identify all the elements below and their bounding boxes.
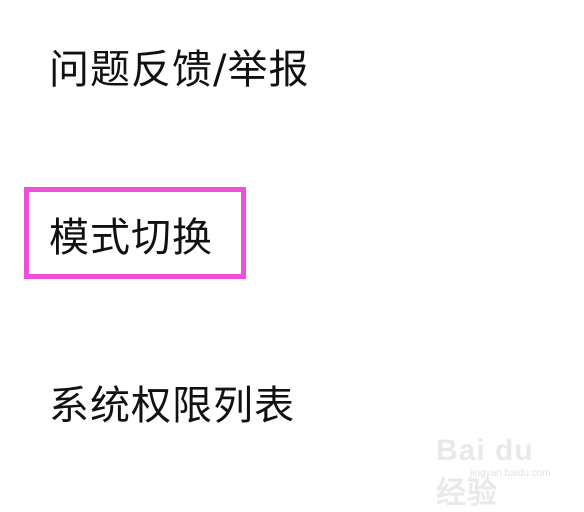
menu-item-feedback-report[interactable]: 问题反馈/举报 [49, 46, 309, 94]
watermark-url: jingyan.baidu.com [470, 468, 551, 479]
menu-item-system-permissions[interactable]: 系统权限列表 [49, 382, 295, 430]
baidu-jingyan-watermark: Bai du 经验 jingyan.baidu.com [436, 434, 566, 510]
menu-item-mode-switch[interactable]: 模式切换 [49, 214, 213, 262]
settings-menu: 问题反馈/举报 模式切换 系统权限列表 [0, 0, 584, 496]
